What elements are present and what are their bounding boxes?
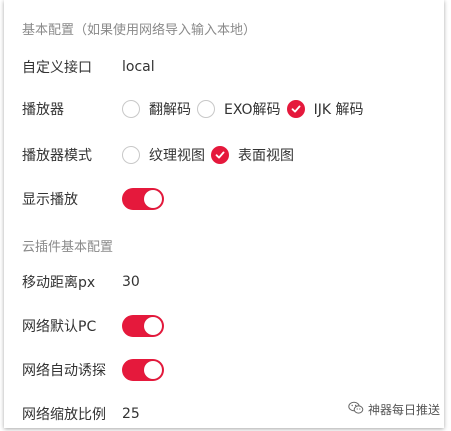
row-show-play: 显示播放: [22, 184, 444, 214]
network-auto-probe-toggle[interactable]: [122, 359, 164, 381]
radio-checked-icon: [286, 100, 305, 118]
row-network-auto-probe: 网络自动诱探: [22, 355, 444, 385]
player-option-ijk[interactable]: IJK 解码: [286, 99, 364, 119]
network-zoom-label: 网络缩放比例: [22, 407, 106, 423]
network-auto-probe-label: 网络自动诱探: [22, 363, 106, 379]
settings-panel: 基本配置（如果使用网络导入输入本地） 自定义接口 local 播放器 翻解码 E…: [4, 0, 444, 428]
radio-icon: [122, 100, 140, 118]
toggle-knob: [144, 190, 162, 208]
section-title-basic: 基本配置（如果使用网络导入输入本地）: [22, 23, 257, 38]
player-label: 播放器: [22, 102, 64, 118]
show-play-toggle[interactable]: [122, 188, 164, 210]
network-default-pc-label: 网络默认PC: [22, 319, 97, 335]
player-mode-option-surface[interactable]: 表面视图: [211, 145, 294, 165]
show-play-label: 显示播放: [22, 192, 78, 208]
radio-icon: [122, 146, 140, 164]
row-custom-api: 自定义接口 local: [22, 52, 444, 82]
network-default-pc-toggle[interactable]: [122, 315, 164, 337]
row-player-mode: 播放器模式 纹理视图 表面视图: [22, 140, 444, 170]
toggle-knob: [144, 317, 162, 335]
toggle-knob: [144, 361, 162, 379]
player-mode-label: 播放器模式: [22, 148, 92, 164]
row-network-default-pc: 网络默认PC: [22, 311, 444, 341]
player-option-label: IJK 解码: [313, 102, 364, 118]
watermark-text: 神器每日推送: [368, 403, 441, 417]
row-move-distance: 移动距离px 30: [22, 267, 444, 297]
watermark: 神器每日推送: [348, 401, 440, 418]
player-mode-option-label: 纹理视图: [149, 148, 205, 164]
radio-icon: [197, 100, 215, 118]
player-option-label: EXO解码: [224, 102, 281, 118]
wechat-icon: [348, 401, 364, 418]
player-option-exo[interactable]: EXO解码: [197, 99, 281, 119]
player-mode-option-label: 表面视图: [238, 148, 294, 164]
network-zoom-value[interactable]: 25: [122, 406, 140, 422]
section-title-plugin: 云插件基本配置: [22, 240, 114, 255]
checkmark-icon: [291, 105, 301, 113]
row-player: 播放器 翻解码 EXO解码 IJK 解码: [22, 94, 444, 124]
checkmark-icon: [215, 151, 225, 159]
move-distance-value[interactable]: 30: [122, 274, 140, 290]
move-distance-label: 移动距离px: [22, 275, 96, 291]
player-option-hard-decode[interactable]: 翻解码: [122, 99, 191, 119]
player-mode-option-texture[interactable]: 纹理视图: [122, 145, 205, 165]
custom-api-label: 自定义接口: [22, 60, 92, 76]
custom-api-value[interactable]: local: [122, 59, 155, 75]
player-option-label: 翻解码: [149, 102, 191, 118]
radio-checked-icon: [211, 146, 229, 164]
